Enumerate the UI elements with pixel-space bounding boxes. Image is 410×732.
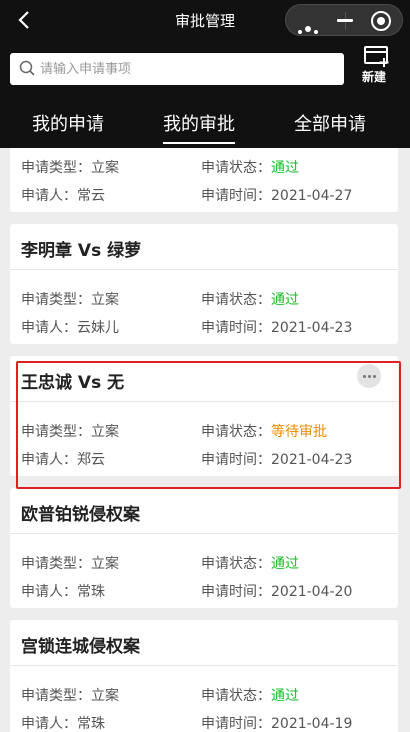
card-row-time: 申请时间：2021-04-23 — [201, 317, 352, 337]
card-row-type: 申请类型：立案 — [21, 157, 119, 177]
time-value: 2021-04-27 — [271, 188, 353, 204]
search-bar: 新建 — [0, 40, 410, 96]
person-value: 常云 — [77, 188, 105, 204]
time-label: 申请时间： — [201, 320, 271, 336]
person-label: 申请人： — [21, 452, 77, 468]
type-value: 立案 — [91, 424, 119, 440]
status-label: 申请状态： — [201, 160, 271, 176]
close-circle-icon[interactable] — [371, 11, 391, 31]
status-value: 通过 — [271, 292, 299, 308]
type-value: 立案 — [91, 688, 119, 704]
type-label: 申请类型： — [21, 160, 91, 176]
card-title: 宫锁连城侵权案 — [21, 637, 140, 657]
type-value: 立案 — [91, 556, 119, 572]
type-label: 申请类型： — [21, 688, 91, 704]
person-label: 申请人： — [21, 188, 77, 204]
approval-card-selected[interactable]: 王忠诚 Vs 无 申请类型：立案 申请状态：等待审批 申请人：郑云 申请时间：2… — [10, 356, 398, 476]
time-label: 申请时间： — [201, 584, 271, 600]
more-menu-icon[interactable] — [298, 19, 321, 38]
card-row-type: 申请类型：立案 — [21, 289, 119, 309]
card-header: 宫锁连城侵权案 — [10, 620, 398, 666]
person-label: 申请人： — [21, 584, 77, 600]
type-label: 申请类型： — [21, 292, 91, 308]
card-row-status: 申请状态：等待审批 — [201, 421, 327, 441]
minimize-icon[interactable] — [337, 19, 353, 22]
approval-card[interactable]: 宫锁连城侵权案 申请类型：立案 申请状态：通过 申请人：常珠 申请时间：2021… — [10, 620, 398, 732]
card-header: 王忠诚 Vs 无 — [10, 356, 398, 402]
time-value: 2021-04-23 — [271, 452, 353, 468]
status-value: 通过 — [271, 160, 299, 176]
new-button-label: 新建 — [362, 70, 387, 84]
card-header: 李明章 Vs 绿萝 — [10, 224, 398, 270]
card-row-type: 申请类型：立案 — [21, 421, 119, 441]
card-row-type: 申请类型：立案 — [21, 553, 119, 573]
approval-list: 申请类型：立案 申请状态：通过 申请人：常云 申请时间：2021-04-27 李… — [0, 148, 410, 732]
status-label: 申请状态： — [201, 688, 271, 704]
status-value: 等待审批 — [271, 424, 327, 440]
status-label: 申请状态： — [201, 556, 271, 572]
time-label: 申请时间： — [201, 716, 271, 732]
search-box — [10, 53, 344, 85]
card-row-person: 申请人：云妹儿 — [21, 317, 119, 337]
person-value: 常珠 — [77, 584, 105, 600]
person-value: 郑云 — [77, 452, 105, 468]
type-value: 立案 — [91, 292, 119, 308]
time-label: 申请时间： — [201, 188, 271, 204]
status-label: 申请状态： — [201, 292, 271, 308]
new-form-icon — [364, 46, 389, 67]
time-value: 2021-04-23 — [271, 320, 353, 336]
card-row-person: 申请人：常珠 — [21, 581, 105, 601]
search-input[interactable] — [40, 53, 340, 85]
card-title: 李明章 Vs 绿萝 — [21, 241, 142, 261]
person-label: 申请人： — [21, 716, 77, 732]
person-label: 申请人： — [21, 320, 77, 336]
card-row-person: 申请人：郑云 — [21, 449, 105, 469]
status-value: 通过 — [271, 556, 299, 572]
card-row-status: 申请状态：通过 — [201, 157, 299, 177]
card-row-time: 申请时间：2021-04-19 — [201, 713, 352, 732]
card-title: 王忠诚 Vs 无 — [21, 373, 125, 393]
card-row-time: 申请时间：2021-04-23 — [201, 449, 352, 469]
approval-card[interactable]: 欧普铂锐侵权案 申请类型：立案 申请状态：通过 申请人：常珠 申请时间：2021… — [10, 488, 398, 608]
card-row-status: 申请状态：通过 — [201, 553, 299, 573]
type-label: 申请类型： — [21, 556, 91, 572]
time-value: 2021-04-20 — [271, 584, 353, 600]
approval-card[interactable]: 李明章 Vs 绿萝 申请类型：立案 申请状态：通过 申请人：云妹儿 申请时间：2… — [10, 224, 398, 344]
status-label: 申请状态： — [201, 424, 271, 440]
tab-bar: 我的申请 我的审批 全部申请 — [0, 96, 410, 148]
card-row-type: 申请类型：立案 — [21, 685, 119, 705]
tab-my-applications[interactable]: 我的申请 — [32, 110, 104, 136]
card-row-time: 申请时间：2021-04-27 — [201, 185, 352, 205]
card-row-time: 申请时间：2021-04-20 — [201, 581, 352, 601]
search-icon — [19, 60, 35, 76]
mini-program-capsule — [285, 4, 403, 36]
status-value: 通过 — [271, 688, 299, 704]
nav-bar: 审批管理 — [0, 0, 410, 40]
person-value: 常珠 — [77, 716, 105, 732]
card-row-status: 申请状态：通过 — [201, 289, 299, 309]
card-row-status: 申请状态：通过 — [201, 685, 299, 705]
card-row-person: 申请人：常云 — [21, 185, 105, 205]
card-header: 欧普铂锐侵权案 — [10, 488, 398, 534]
new-button[interactable]: 新建 — [360, 46, 394, 90]
tab-my-approvals[interactable]: 我的审批 — [163, 110, 235, 144]
type-label: 申请类型： — [21, 424, 91, 440]
card-title: 欧普铂锐侵权案 — [21, 505, 140, 525]
approval-card[interactable]: 申请类型：立案 申请状态：通过 申请人：常云 申请时间：2021-04-27 — [10, 148, 398, 212]
type-value: 立案 — [91, 160, 119, 176]
person-value: 云妹儿 — [77, 320, 119, 336]
time-label: 申请时间： — [201, 452, 271, 468]
more-options-icon[interactable] — [357, 364, 381, 388]
tab-all-applications[interactable]: 全部申请 — [294, 110, 366, 136]
card-row-person: 申请人：常珠 — [21, 713, 105, 732]
time-value: 2021-04-19 — [271, 716, 353, 732]
